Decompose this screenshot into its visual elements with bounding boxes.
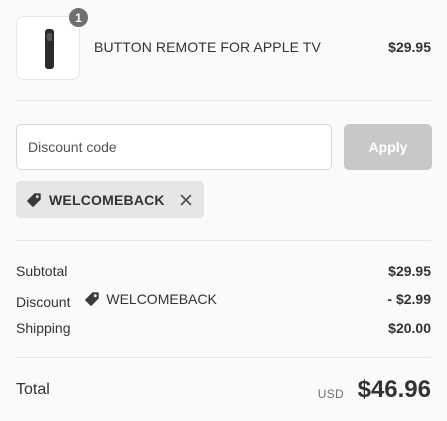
- product-name: BUTTON REMOTE FOR APPLE TV: [94, 39, 321, 55]
- discount-row: Discount WELCOMEBACK: [16, 291, 217, 310]
- applied-discount-tag: WELCOMEBACK: [16, 181, 204, 218]
- divider: [16, 100, 431, 101]
- remove-discount-button[interactable]: [178, 192, 194, 208]
- discount-code-text: WELCOMEBACK: [106, 291, 217, 307]
- order-summary: 1 BUTTON REMOTE FOR APPLE TV $29.95 Appl…: [0, 0, 447, 421]
- total-value: $46.96: [357, 376, 431, 403]
- discount-value: - $2.99: [387, 291, 431, 307]
- currency-code: USD: [317, 387, 344, 401]
- shipping-label: Shipping: [16, 320, 71, 336]
- subtotal-label: Subtotal: [16, 263, 68, 279]
- divider: [16, 357, 431, 358]
- discount-code-inline: WELCOMEBACK: [84, 291, 217, 307]
- total-label: Total: [16, 381, 50, 398]
- product-price: $29.95: [388, 39, 431, 55]
- divider: [16, 240, 431, 241]
- discount-label: Discount: [16, 294, 71, 310]
- applied-discount-code: WELCOMEBACK: [49, 191, 165, 208]
- shipping-value: $20.00: [388, 320, 431, 336]
- close-icon: [180, 194, 192, 205]
- subtotal-value: $29.95: [388, 263, 431, 279]
- apply-button[interactable]: Apply: [344, 124, 432, 170]
- tag-icon: [27, 192, 41, 207]
- quantity-badge: 1: [68, 7, 89, 28]
- product-image: [45, 29, 54, 69]
- discount-code-input[interactable]: [16, 124, 332, 170]
- tag-icon: [85, 292, 100, 306]
- product-thumbnail: [16, 16, 80, 80]
